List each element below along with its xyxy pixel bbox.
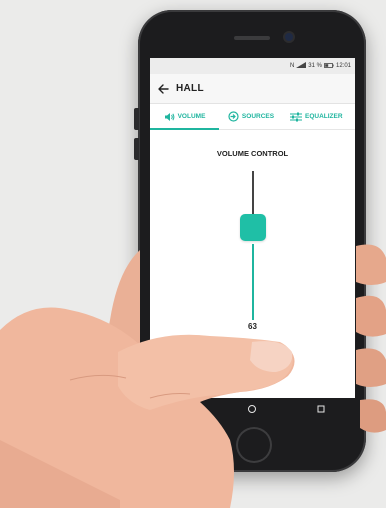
phone-home-button[interactable] (236, 427, 272, 463)
home-circle-icon[interactable] (242, 399, 262, 419)
sliders-icon (290, 112, 302, 122)
navigation-bar (150, 398, 355, 420)
tab-sources[interactable]: SOURCES (219, 104, 283, 129)
status-time: 12:01 (335, 63, 351, 69)
tab-equalizer-label: EQUALIZER (305, 113, 343, 120)
volume-value: 63 (248, 322, 257, 331)
input-icon (228, 111, 239, 122)
status-bar: N 31 % 12:01 (150, 58, 355, 74)
battery-percent: 31 % (308, 63, 322, 69)
tab-volume-label: VOLUME (177, 113, 206, 120)
phone-volume-down-button (134, 138, 139, 160)
phone-camera (285, 33, 293, 41)
arrow-left-icon[interactable] (150, 74, 176, 104)
recent-apps-icon[interactable] (174, 399, 194, 419)
slider-track-filled[interactable] (252, 244, 254, 320)
phone-volume-up-button (134, 108, 139, 130)
phone-screen: N 31 % 12:01 HALL VOLUME SOURCES EQUALIZ… (150, 58, 355, 398)
app-bar: HALL (150, 74, 355, 104)
battery-icon (324, 62, 334, 70)
tab-equalizer[interactable]: EQUALIZER (283, 104, 355, 129)
volume-panel: VOLUME CONTROL 63 (150, 130, 355, 398)
volume-slider-thumb[interactable] (240, 214, 266, 241)
volume-control-title: VOLUME CONTROL (216, 149, 289, 158)
signal-icon (296, 62, 307, 70)
nfc-icon: N (289, 63, 295, 69)
phone-speaker (234, 36, 270, 40)
tab-bar: VOLUME SOURCES EQUALIZER (150, 104, 355, 130)
speaker-icon (164, 112, 175, 122)
tab-sources-label: SOURCES (241, 113, 275, 120)
tab-volume[interactable]: VOLUME (150, 104, 219, 130)
page-title: HALL (176, 83, 204, 94)
overview-square-icon[interactable] (311, 399, 331, 419)
